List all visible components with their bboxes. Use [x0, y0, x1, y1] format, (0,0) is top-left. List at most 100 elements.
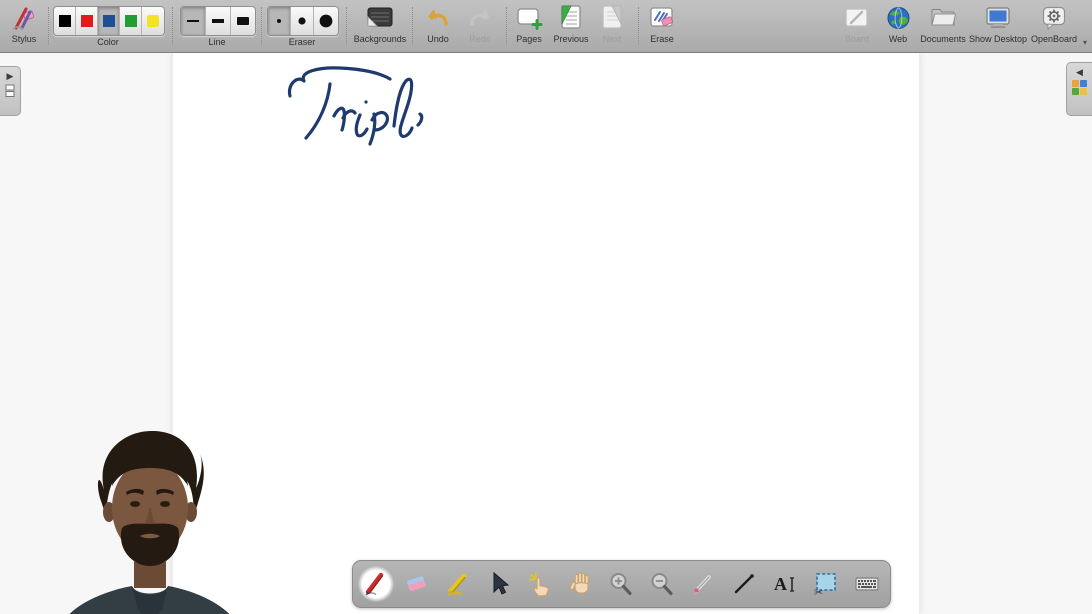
keyboard-tool-button[interactable] [849, 566, 885, 602]
next-button: Next [590, 3, 634, 49]
keyboard-icon [853, 570, 881, 598]
scissors-icon: ✂ [814, 586, 823, 598]
text-icon: A [771, 570, 799, 598]
web-button[interactable]: Web [876, 3, 920, 49]
color-group [53, 6, 165, 36]
highlighter-tool-button[interactable] [440, 566, 476, 602]
toolbar-separator [261, 7, 262, 45]
color-group-label: Color [53, 37, 163, 47]
color-swatch-green[interactable] [120, 7, 142, 35]
red-swatch-icon [81, 15, 93, 27]
openboard-window: Stylus Color Line Eraser [0, 0, 1092, 614]
documents-label: Documents [920, 34, 966, 44]
web-globe-icon [885, 3, 912, 33]
stylus-toolbar: A ✂ [352, 560, 891, 608]
capture-tool-button[interactable]: ✂ [808, 566, 844, 602]
line-medium-option[interactable] [206, 7, 231, 35]
expand-left-icon: ◀ [1076, 67, 1083, 77]
top-toolbar: Stylus Color Line Eraser [0, 0, 1092, 53]
expand-right-icon: ▶ [7, 71, 14, 81]
capture-icon: ✂ [812, 570, 840, 598]
eraser-group [267, 6, 339, 36]
openboard-label: OpenBoard [1031, 34, 1077, 44]
web-label: Web [889, 34, 907, 44]
stylus-label: Stylus [12, 34, 37, 44]
highlighter-icon [444, 570, 472, 598]
interact-tool-button[interactable] [522, 566, 558, 602]
color-swatch-blue[interactable] [98, 7, 120, 35]
line-tool-button[interactable] [726, 566, 762, 602]
toolbar-separator [412, 7, 413, 45]
pages-label: Pages [516, 34, 542, 44]
undo-button[interactable]: Undo [414, 3, 462, 49]
next-label: Next [603, 34, 622, 44]
black-swatch-icon [59, 15, 71, 27]
board-icon [843, 3, 871, 33]
toolbar-separator [48, 7, 49, 45]
documents-folder-icon [929, 3, 957, 33]
svg-text:A: A [774, 574, 787, 594]
canvas-area: ▶ ◀ [0, 52, 1092, 614]
handwritten-ink-Tripl [282, 58, 442, 153]
toolbar-separator [638, 7, 639, 45]
zoom-out-icon [648, 570, 676, 598]
pages-button[interactable]: Pages [506, 3, 552, 49]
library-apps-icon [1072, 80, 1087, 95]
backgrounds-label: Backgrounds [354, 34, 407, 44]
undo-icon [425, 3, 451, 33]
color-swatch-yellow[interactable] [142, 7, 163, 35]
line-group-label: Line [180, 37, 254, 47]
undo-label: Undo [427, 34, 449, 44]
selector-tool-button[interactable] [481, 566, 517, 602]
redo-button: Redo [456, 3, 504, 49]
line-group [180, 6, 256, 36]
show-desktop-label: Show Desktop [969, 34, 1027, 44]
laser-pointer-icon [689, 570, 717, 598]
previous-page-icon [558, 3, 584, 33]
zoom-in-icon [607, 570, 635, 598]
line-icon [731, 571, 757, 597]
green-swatch-icon [125, 15, 137, 27]
text-tool-button[interactable]: A [767, 566, 803, 602]
hand-tool-button[interactable] [563, 566, 599, 602]
color-swatch-black[interactable] [54, 7, 76, 35]
eraser-tool-button[interactable] [399, 566, 435, 602]
interact-hand-icon [526, 570, 554, 598]
board-button: Board [834, 3, 880, 49]
stylus-pens-icon [9, 3, 39, 33]
erase-label: Erase [650, 34, 674, 44]
webcam-presenter-overlay [30, 420, 270, 614]
add-page-icon [515, 3, 543, 33]
eraser-small-option[interactable] [268, 7, 291, 35]
next-page-icon [599, 3, 625, 33]
line-thick-option[interactable] [231, 7, 255, 35]
laser-pointer-tool-button[interactable] [685, 566, 721, 602]
eraser-large-option[interactable] [314, 7, 338, 35]
eraser-medium-option[interactable] [291, 7, 314, 35]
openboard-menu-caret-icon[interactable]: ▾ [1083, 38, 1087, 47]
stylus-button[interactable]: Stylus [2, 3, 46, 49]
redo-icon [467, 3, 493, 33]
page-navigator-tab[interactable]: ▶ [0, 66, 21, 116]
zoom-out-tool-button[interactable] [644, 566, 680, 602]
backgrounds-icon [366, 3, 394, 33]
erase-button[interactable]: Erase [640, 3, 684, 49]
zoom-in-tool-button[interactable] [603, 566, 639, 602]
openboard-gear-icon [1040, 3, 1068, 33]
hand-icon [567, 570, 595, 598]
color-swatch-red[interactable] [76, 7, 98, 35]
backgrounds-button[interactable]: Backgrounds [352, 3, 408, 49]
show-desktop-icon [984, 3, 1012, 33]
eraser-icon [403, 570, 431, 598]
library-tab[interactable]: ◀ [1066, 62, 1092, 116]
pages-panel-icon [4, 84, 16, 98]
board-label: Board [845, 34, 869, 44]
pen-tool-button[interactable] [358, 566, 394, 602]
toolbar-separator [346, 7, 347, 45]
show-desktop-button[interactable]: Show Desktop [967, 3, 1029, 49]
openboard-menu-button[interactable]: OpenBoard [1026, 3, 1082, 49]
selector-arrow-icon [486, 571, 512, 597]
documents-button[interactable]: Documents [915, 3, 971, 49]
previous-button[interactable]: Previous [548, 3, 594, 49]
line-thin-option[interactable] [181, 7, 206, 35]
